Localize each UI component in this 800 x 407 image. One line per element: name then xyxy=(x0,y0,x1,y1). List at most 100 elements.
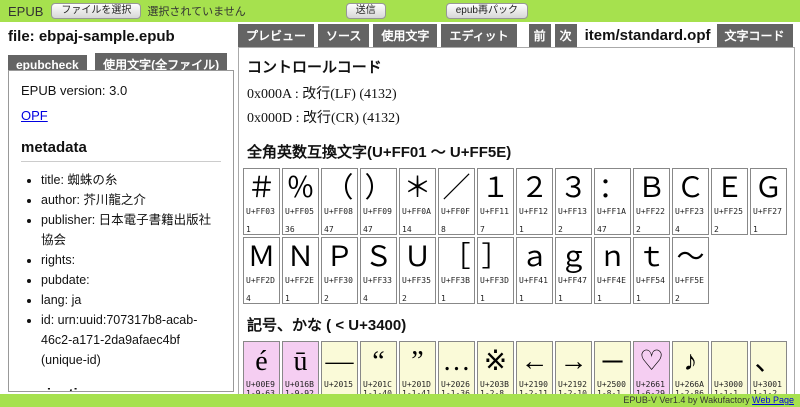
metadata-heading: metadata xyxy=(21,139,221,162)
char-codepoint: U+2015 xyxy=(322,380,357,389)
char-codepoint: U+FF3D xyxy=(478,276,513,285)
char-count: 4 xyxy=(673,225,708,234)
char-count: 4 xyxy=(244,294,279,303)
navigation-heading: navigation xyxy=(21,386,221,392)
char-codepoint: U+FF27 xyxy=(751,207,786,216)
repack-button[interactable]: epub再パック xyxy=(446,3,528,19)
char-glyph: ２ xyxy=(517,169,552,207)
char-cell: ｔU+FF541 xyxy=(633,237,670,304)
char-glyph: Ｂ xyxy=(634,169,669,207)
char-glyph: ｇ xyxy=(556,238,591,276)
char-codepoint: U+203B xyxy=(478,380,513,389)
char-cell: ／U+FF0F8 xyxy=(438,168,475,235)
char-codepoint: U+FF0A xyxy=(400,207,435,216)
edit-tab-button[interactable]: エディット xyxy=(441,24,516,47)
app-label: EPUB xyxy=(8,4,43,19)
char-codepoint: U+2190 xyxy=(517,380,552,389)
char-count: 1 xyxy=(595,294,630,303)
char-cell: 、U+30011-1-2171 xyxy=(750,341,787,401)
char-jis-code xyxy=(673,216,708,225)
char-codepoint: U+2192 xyxy=(556,380,591,389)
char-count: 1 xyxy=(283,294,318,303)
usedchars-tab-button[interactable]: 使用文字 xyxy=(373,24,437,47)
submit-button[interactable]: 送信 xyxy=(346,3,386,19)
controlcode-heading: コントロールコード xyxy=(247,56,790,77)
char-cell: U+30001-1-171 xyxy=(711,341,748,401)
char-glyph: ａ xyxy=(517,238,552,276)
char-cell: ３U+FF132 xyxy=(555,168,592,235)
char-cell: ”U+201D1-1-411 xyxy=(399,341,436,401)
char-glyph: ） xyxy=(361,169,396,207)
char-glyph: … xyxy=(439,342,474,380)
controlcode-line: 0x000D : 改行(CR) (4132) xyxy=(247,107,790,127)
char-glyph: ～ xyxy=(673,238,708,276)
char-count: 1 xyxy=(517,225,552,234)
char-codepoint: U+FF54 xyxy=(634,276,669,285)
char-cell: ］U+FF3D1 xyxy=(477,237,514,304)
char-jis-code xyxy=(439,285,474,294)
char-jis-code xyxy=(517,285,552,294)
char-cell: ＃U+FF031 xyxy=(243,168,280,235)
char-codepoint: U+FF09 xyxy=(361,207,396,216)
metadata-item: id: urn:uuid:707317b8-acab-46c2-a171-2da… xyxy=(41,310,221,370)
source-tab-button[interactable]: ソース xyxy=(318,24,369,47)
char-glyph: ＃ xyxy=(244,169,279,207)
char-glyph: é xyxy=(244,342,279,380)
char-cell: éU+00E91-9-631 xyxy=(243,341,280,401)
char-count: 14 xyxy=(400,225,435,234)
char-glyph: Ｎ xyxy=(283,238,318,276)
char-jis-code xyxy=(400,285,435,294)
char-glyph: ３ xyxy=(556,169,591,207)
char-glyph: ─ xyxy=(595,342,630,380)
char-codepoint: U+201C xyxy=(361,380,396,389)
char-count: 2 xyxy=(556,225,591,234)
char-count: 1 xyxy=(478,294,513,303)
char-codepoint: U+FF33 xyxy=(361,276,396,285)
char-cell: ＥU+FF252 xyxy=(711,168,748,235)
char-cell: ＣU+FF234 xyxy=(672,168,709,235)
char-glyph: （ xyxy=(322,169,357,207)
char-jis-code xyxy=(283,285,318,294)
char-grid-row: ＭU+FF2D4ＮU+FF2E1ＰU+FF302ＳU+FF334ＵU+FF352… xyxy=(243,237,790,304)
char-codepoint: U+FF41 xyxy=(517,276,552,285)
char-codepoint: U+FF23 xyxy=(673,207,708,216)
opf-link[interactable]: OPF xyxy=(21,108,48,123)
char-cell: ―U+201540 xyxy=(321,341,358,401)
char-codepoint: U+3000 xyxy=(712,380,747,389)
char-jis-code xyxy=(478,216,513,225)
char-codepoint: U+FF2E xyxy=(283,276,318,285)
char-glyph: ♪ xyxy=(673,342,708,380)
char-codepoint: U+FF11 xyxy=(478,207,513,216)
char-codepoint: U+FF1A xyxy=(595,207,630,216)
char-jis-code xyxy=(283,216,318,225)
metadata-item: lang: ja xyxy=(41,290,221,310)
fullwidth-char-grid: ＃U+FF031％U+FF0536（U+FF0847）U+FF0947＊U+FF… xyxy=(243,168,790,304)
char-glyph: Ｇ xyxy=(751,169,786,207)
current-item-path: item/standard.opf xyxy=(585,27,711,44)
char-cell: （U+FF0847 xyxy=(321,168,358,235)
char-codepoint: U+FF30 xyxy=(322,276,357,285)
footer-webpage-link[interactable]: Web Page xyxy=(752,395,794,405)
char-codepoint: U+3001 xyxy=(751,380,786,389)
char-glyph: ♡ xyxy=(634,342,669,380)
char-codepoint: U+FF25 xyxy=(712,207,747,216)
char-glyph: ｔ xyxy=(634,238,669,276)
preview-tab-button[interactable]: プレビュー xyxy=(238,24,314,47)
charcode-button[interactable]: 文字コード xyxy=(717,24,793,47)
char-cell: ［U+FF3B1 xyxy=(438,237,475,304)
metadata-item: pubdate: xyxy=(41,270,221,290)
char-glyph: ＊ xyxy=(400,169,435,207)
char-grid-row: ＃U+FF031％U+FF0536（U+FF0847）U+FF0947＊U+FF… xyxy=(243,168,790,235)
epub-version: EPUB version: 3.0 xyxy=(21,83,221,98)
char-glyph: 、 xyxy=(751,342,786,380)
char-glyph: ― xyxy=(322,342,357,380)
file-select-button[interactable]: ファイルを選択 xyxy=(51,3,141,19)
next-button[interactable]: 次 xyxy=(555,24,577,47)
metadata-item: publisher: 日本電子書籍出版社協会 xyxy=(41,210,221,250)
prev-button[interactable]: 前 xyxy=(529,24,551,47)
char-glyph: ū xyxy=(283,342,318,380)
char-jis-code xyxy=(751,216,786,225)
char-cell: ─U+25001-8-140 xyxy=(594,341,631,401)
char-codepoint: U+FF12 xyxy=(517,207,552,216)
char-cell: …U+20261-1-3640 xyxy=(438,341,475,401)
